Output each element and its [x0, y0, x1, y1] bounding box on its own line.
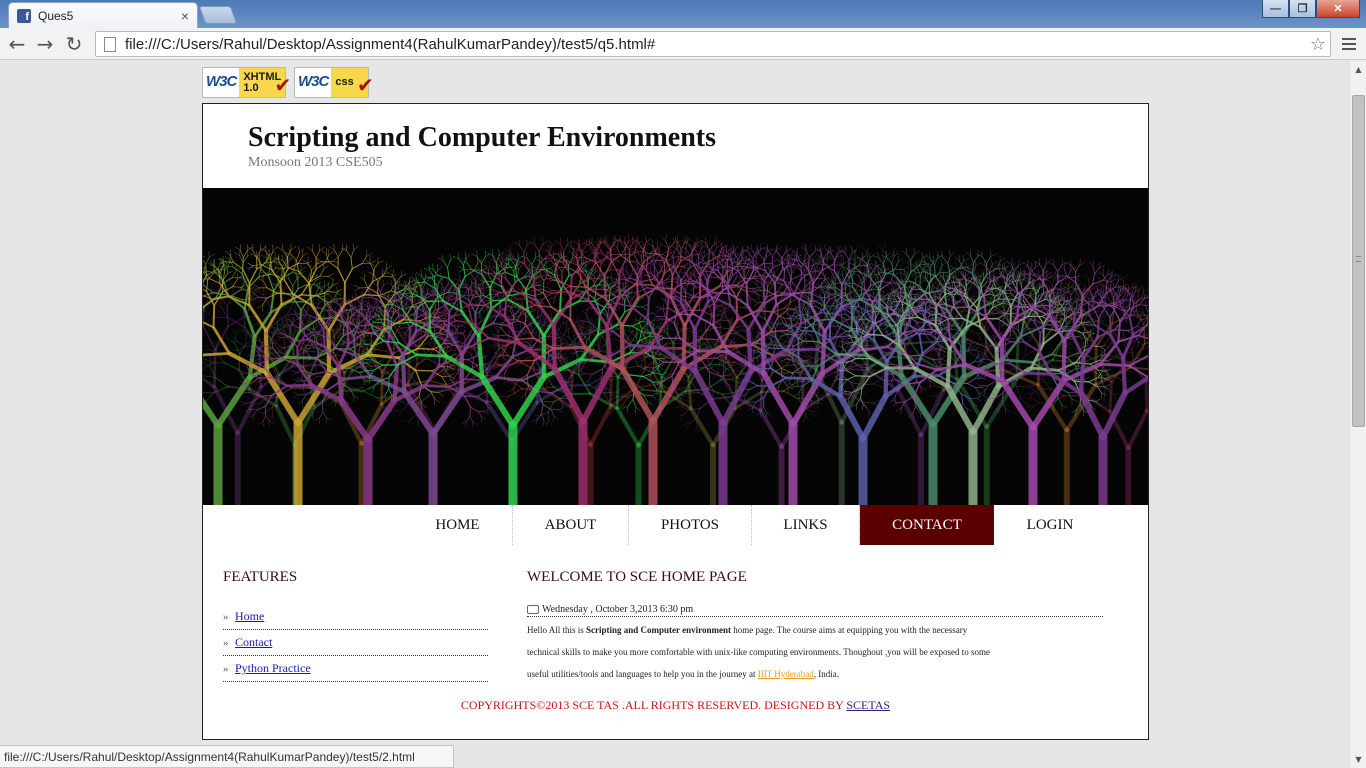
feature-link-python-practice[interactable]: Python Practice — [235, 661, 311, 676]
post-date: Wednesday , October 3,2013 6:30 pm — [527, 603, 1103, 617]
forest-banner-image — [203, 188, 1148, 505]
welcome-heading: WELCOME TO SCE HOME PAGE — [527, 569, 747, 585]
bookmark-star-icon[interactable]: ☆ — [1310, 34, 1326, 55]
w3c-logo: W3C — [298, 73, 329, 90]
welcome-text: Hello All this is Scripting and Computer… — [527, 619, 997, 685]
course-name: Scripting and Computer environment — [586, 625, 731, 635]
browser-toolbar: ← → ↻ file:///C:/Users/Rahul/Desktop/Ass… — [0, 28, 1366, 60]
window-close-icon[interactable]: ✕ — [1316, 0, 1360, 18]
css-badge-label: css ✔ — [331, 68, 374, 97]
nav-home[interactable]: HOME — [403, 505, 513, 545]
footer-text: COPYRIGHTS©2013 SCE TAS .ALL RIGHTS RESE… — [460, 698, 847, 712]
tab-close-icon[interactable]: × — [181, 8, 189, 24]
footer: COPYRIGHTS©2013 SCE TAS .ALL RIGHTS RESE… — [203, 698, 1148, 713]
window-controls: — ❐ ✕ — [1262, 0, 1360, 18]
checkmark-icon: ✔ — [356, 73, 374, 97]
scroll-down-icon[interactable]: ▼ — [1350, 751, 1366, 768]
nav-login[interactable]: LOGIN — [994, 505, 1106, 545]
tab-title: Ques5 — [38, 8, 74, 23]
scrollbar-thumb[interactable] — [1352, 95, 1365, 427]
iiit-hyderabad-link[interactable]: IIIT Hyderabad — [758, 669, 814, 679]
site-title: Scripting and Computer Environments — [248, 122, 717, 153]
minimize-icon[interactable]: — — [1262, 0, 1289, 18]
feature-item: » Python Practice — [223, 656, 488, 682]
maximize-icon[interactable]: ❐ — [1289, 0, 1316, 18]
vertical-scrollbar[interactable]: ▲ ▼ — [1349, 61, 1366, 768]
scetas-link[interactable]: SCETAS — [846, 698, 890, 712]
page-viewport: W3C XHTML 1.0 ✔ W3C css ✔ Scripting and … — [0, 61, 1349, 768]
status-bar: file:///C:/Users/Rahul/Desktop/Assignmen… — [0, 745, 454, 768]
browser-tab[interactable]: f Ques5 × — [8, 2, 198, 28]
browser-menu-icon[interactable] — [1338, 33, 1360, 55]
new-tab-button[interactable] — [198, 6, 238, 24]
bullet-icon: » — [223, 662, 229, 675]
comment-icon — [527, 605, 539, 614]
w3c-logo: W3C — [206, 73, 237, 90]
features-list: » Home » Contact » Python Practice — [223, 604, 488, 682]
feature-link-contact[interactable]: Contact — [235, 635, 272, 650]
nav-links[interactable]: LINKS — [752, 505, 860, 545]
url-text[interactable]: file:///C:/Users/Rahul/Desktop/Assignmen… — [125, 36, 1310, 53]
checkmark-icon: ✔ — [274, 73, 292, 97]
nav-photos[interactable]: PHOTOS — [629, 505, 752, 545]
xhtml-badge-label: XHTML 1.0 ✔ — [239, 68, 291, 97]
welcome-text-part: , India. — [813, 669, 840, 679]
site-subtitle: Monsoon 2013 CSE505 — [248, 155, 383, 170]
welcome-text-part: Hello All this is — [527, 625, 587, 635]
window-titlebar: f Ques5 × — ❐ ✕ — [0, 0, 1366, 28]
w3c-css-badge[interactable]: W3C css ✔ — [294, 67, 374, 98]
feature-item: » Contact — [223, 630, 488, 656]
feature-link-home[interactable]: Home — [235, 609, 264, 624]
page-icon — [104, 36, 116, 52]
features-heading: FEATURES — [223, 569, 298, 585]
forward-icon[interactable]: → — [33, 32, 57, 56]
address-bar[interactable]: file:///C:/Users/Rahul/Desktop/Assignmen… — [95, 31, 1331, 57]
bullet-icon: » — [223, 610, 229, 623]
w3c-xhtml-badge[interactable]: W3C XHTML 1.0 ✔ — [202, 67, 291, 98]
post-date-text: Wednesday , October 3,2013 6:30 pm — [542, 604, 694, 615]
reload-icon[interactable]: ↻ — [62, 32, 86, 56]
nav-contact[interactable]: CONTACT — [860, 505, 994, 545]
back-icon[interactable]: ← — [5, 32, 29, 56]
scroll-up-icon[interactable]: ▲ — [1350, 61, 1366, 78]
main-nav: HOME ABOUT PHOTOS LINKS CONTACT LOGIN — [403, 505, 1106, 545]
nav-about[interactable]: ABOUT — [513, 505, 629, 545]
bullet-icon: » — [223, 636, 229, 649]
css-badge-text: css — [335, 76, 354, 88]
feature-item: » Home — [223, 604, 488, 630]
page-container: Scripting and Computer Environments Mons… — [202, 103, 1149, 740]
facebook-favicon-icon: f — [17, 8, 31, 23]
